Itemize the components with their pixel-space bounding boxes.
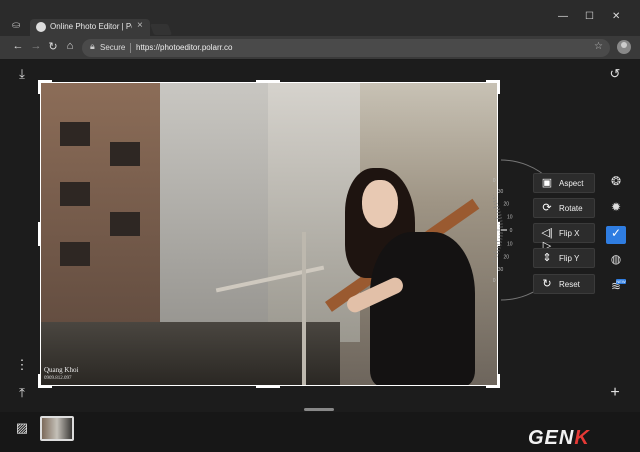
dial-tick [493, 200, 497, 203]
dial-label: 30 [498, 267, 504, 273]
forward-icon[interactable]: → [29, 40, 43, 52]
dial-tick [495, 208, 500, 211]
panel-drag-handle[interactable] [304, 408, 334, 411]
star-icon[interactable]: ☆ [594, 41, 603, 52]
download-icon[interactable]: ⤓ [13, 66, 31, 82]
dial-label: 30 [498, 189, 504, 195]
history-icon[interactable]: ↺ [606, 66, 624, 82]
flip-y-icon: ⇕ [542, 252, 552, 264]
lock-icon: 🔒︎ [90, 41, 95, 51]
more-options-icon[interactable]: ⋮ [13, 357, 31, 373]
filters-icon[interactable]: ❂ [606, 174, 626, 192]
rotate-button[interactable]: ⟳ Rotate [533, 198, 595, 218]
aspect-button[interactable]: ▣ Aspect [533, 173, 595, 193]
dial-label: 40 [493, 178, 496, 184]
new-badge: NEW [616, 279, 626, 284]
drop-icon[interactable]: ◍ [606, 252, 626, 270]
tab-title: Online Photo Editor | Pol [50, 22, 132, 31]
crop-handle-bottom-right[interactable] [497, 374, 500, 388]
genk-logo: GENK [528, 427, 590, 450]
dial-label: 0 [510, 228, 513, 234]
dial-tick [497, 243, 502, 246]
back-icon[interactable]: ← [11, 40, 25, 52]
reset-label: Reset [559, 280, 580, 289]
dial-label: 40 [493, 278, 496, 284]
browser-toolbar: ← → ↻ ⌂ 🔒︎ Secure https://photoeditor.po… [0, 36, 640, 60]
dial-tick [495, 249, 500, 252]
url-text: https://photoeditor.polarr.co [136, 43, 233, 52]
crop-handle-bottom-left[interactable] [38, 374, 41, 388]
rotate-label: Rotate [559, 204, 583, 213]
reset-button[interactable]: ↻ Reset [533, 274, 595, 294]
dial-tick [493, 260, 496, 263]
rotate-icon: ⟳ [542, 202, 552, 214]
new-tab-button[interactable] [149, 24, 173, 35]
dial-label: 10 [507, 214, 513, 220]
photo-thumbnail[interactable] [40, 416, 74, 441]
flip-x-button[interactable]: ◁|▷ Flip X [533, 223, 595, 252]
check-icon[interactable]: ✓ [606, 226, 626, 244]
dial-tick [498, 238, 503, 240]
crop-handle-left[interactable] [38, 222, 41, 246]
dial-tick [493, 264, 494, 266]
dial-tick [493, 202, 498, 206]
window-close-icon[interactable]: ✕ [612, 11, 620, 22]
maximize-icon[interactable]: ☐ [585, 11, 594, 22]
logo-accent: K [574, 427, 590, 449]
dial-tick [493, 194, 494, 196]
minimize-icon[interactable]: — [558, 11, 568, 22]
address-bar[interactable]: 🔒︎ Secure https://photoeditor.polarr.co … [82, 39, 610, 57]
crop-handle-top[interactable] [256, 80, 280, 83]
dial-label: 20 [504, 255, 510, 261]
dial-tick [493, 257, 497, 260]
reset-icon: ↻ [542, 278, 552, 290]
flip-x-label: Flip X [559, 229, 580, 238]
browser-tabstrip: ⛀ Online Photo Editor | Pol × — ☐ ✕ [0, 0, 640, 36]
dial-tick [494, 217, 502, 220]
dial-tick [493, 197, 496, 200]
home-icon[interactable]: ⌂ [63, 40, 77, 52]
dial-tick [493, 205, 499, 209]
add-icon[interactable]: + [606, 384, 624, 402]
flip-y-label: Flip Y [559, 254, 580, 263]
crop-handle-top-right[interactable] [497, 80, 500, 94]
profile-icon[interactable] [617, 40, 631, 54]
dial-tick [496, 211, 501, 214]
crop-handle-bottom[interactable] [256, 385, 280, 388]
aspect-icon: ▣ [541, 177, 553, 189]
dial-tick [494, 240, 502, 243]
dial-label: 20 [504, 201, 510, 207]
crop-frame[interactable] [40, 82, 498, 386]
dial-tick [498, 220, 503, 222]
dial-tick [496, 246, 501, 249]
logo-main: GEN [528, 427, 575, 449]
incognito-icon: ⛀ [12, 20, 21, 31]
tab-favicon-icon [36, 22, 46, 32]
reload-icon[interactable]: ↻ [46, 40, 60, 53]
dial-tick [493, 254, 498, 258]
tab-close-icon[interactable]: × [137, 20, 143, 31]
dial-tick [497, 214, 502, 217]
crop-handle-top-left[interactable] [38, 80, 41, 94]
upload-icon[interactable]: ⤒ [13, 385, 31, 401]
address-separator [130, 43, 131, 53]
browser-tab[interactable]: Online Photo Editor | Pol × [30, 19, 150, 36]
dial-tick [493, 251, 499, 255]
dial-label: 10 [507, 242, 513, 248]
secure-label: Secure [100, 43, 126, 52]
image-library-icon[interactable]: ▨ [13, 420, 31, 436]
settings-icon[interactable]: ✹ [606, 200, 626, 218]
flip-y-button[interactable]: ⇕ Flip Y [533, 248, 595, 268]
aspect-label: Aspect [559, 179, 584, 188]
